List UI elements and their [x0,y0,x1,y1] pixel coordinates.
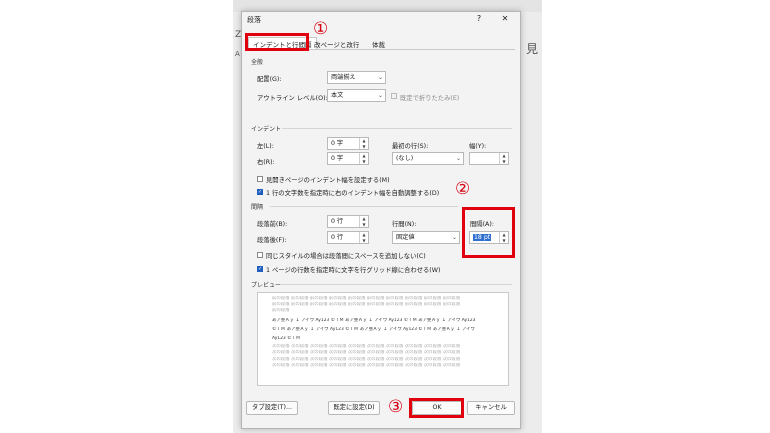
alignment-value: 両端揃え [331,74,356,81]
indent-right-stepper[interactable]: 0 字 ▲ ▼ [327,152,369,165]
space-before-label: 段落前(B): [257,221,288,228]
tabs-button[interactable]: タブ設定(T)... [246,401,298,415]
indent-left-stepper[interactable]: 0 字 ▲ ▼ [327,137,369,150]
outline-level-value: 本文 [331,92,344,99]
space-before-stepper[interactable]: 0 行 ▲ ▼ [327,215,369,228]
spin-arrows-icon[interactable]: ▲ ▼ [359,232,368,243]
highlight-spacing-box [462,207,515,258]
auto-adjust-label: 1 行の文字数を指定時に右のインデント幅を自動調整する(D) [266,190,440,197]
spacing-divider [270,206,458,207]
close-icon[interactable]: ✕ [499,14,511,23]
doc-char-right: 見 [526,42,539,56]
auto-adjust-checkbox[interactable]: ✓ [257,189,263,195]
preview-sample-line: Ay123 ©ＴＭ [272,336,301,342]
preview-divider [280,284,512,285]
section-preview: プレビュー [251,282,282,289]
indent-divider [282,128,512,129]
preview-after-line: 次の段落 次の段落 次の段落 次の段落 次の段落 次の段落 次の段落 次の段落 … [272,362,461,368]
indent-right-label: 右(R): [257,159,275,166]
preview-before-line: 前の段落 [272,308,290,314]
highlight-tab-box [245,33,309,51]
set-default-button[interactable]: 既定に設定(D) [328,401,380,415]
spin-arrows-icon[interactable]: ▲ ▼ [359,153,368,164]
section-spacing: 間隔 [251,204,264,211]
snap-grid-label: 1 ページの行数を指定時に文字を行グリッド線に合わせる(W) [266,267,441,274]
preview-box: 前の段落 前の段落 前の段落 前の段落 前の段落 前の段落 前の段落 前の段落 … [257,292,509,386]
indent-left-value: 0 字 [331,140,344,147]
first-line-dropdown[interactable]: (なし) ⌄ [392,152,464,165]
indent-left-label: 左(L): [257,143,274,150]
first-line-value: (なし) [396,155,414,162]
line-spacing-value: 固定値 [396,234,415,241]
cancel-button[interactable]: キャンセル [467,401,515,415]
mirror-indent-label: 見開きページのインデント幅を設定する(M) [266,177,390,184]
help-button[interactable]: ? [473,14,485,23]
line-spacing-dropdown[interactable]: 固定値 ⌄ [392,231,460,244]
line-spacing-label: 行間(N): [392,221,417,228]
spin-arrows-icon[interactable]: ▲ ▼ [359,216,368,227]
marker-1: ① [313,19,329,39]
marker-3: ③ [388,397,404,417]
mirror-indent-checkbox[interactable] [257,176,263,182]
no-space-label: 同じスタイルの場合は段落間にスペースを追加しない(C) [266,253,426,260]
chevron-down-icon: ⌄ [377,92,383,99]
outline-level-label: アウトライン レベル(O): [257,95,328,102]
spin-arrows-icon[interactable]: ▲ ▼ [359,138,368,149]
indent-width-stepper[interactable]: ▲ ▼ [469,152,509,165]
chevron-down-icon: ⌄ [451,234,457,241]
spin-arrows-icon[interactable]: ▲ ▼ [499,153,508,164]
first-line-label: 最初の行(S): [392,143,429,150]
chevron-down-icon: ⌄ [377,74,383,81]
collapsed-checkbox[interactable] [391,93,397,99]
alignment-dropdown[interactable]: 両端揃え ⌄ [327,71,386,84]
indent-right-value: 0 字 [331,155,344,162]
indent-width-label: 幅(Y): [469,143,487,150]
space-after-stepper[interactable]: 0 行 ▲ ▼ [327,231,369,244]
no-space-checkbox[interactable] [257,252,263,258]
marker-2: ② [455,179,471,199]
dialog-title: 段落 [247,16,261,24]
doc-char-a: A [235,50,240,58]
space-after-label: 段落後(F): [257,237,287,244]
collapsed-label: 既定で折りたたみ(E) [400,95,460,102]
section-indent: インデント [251,126,282,133]
space-after-value: 0 行 [331,234,344,241]
preview-sample-line: あア亜Ａｙ １ アイウ Ay123 ©ＴＭ あア亜Ａｙ １ アイウ Ay123 … [272,317,476,323]
section-general: 全般 [251,59,264,66]
space-before-value: 0 行 [331,218,344,225]
chevron-down-icon: ⌄ [455,155,461,162]
outline-level-dropdown[interactable]: 本文 ⌄ [327,89,386,102]
preview-sample-line: ©ＴＭ あア亜Ａｙ １ アイウ Ay123 ©ＴＭ あア亜Ａｙ １ アイウ Ay… [272,326,475,332]
highlight-ok-box [409,398,464,418]
alignment-label: 配置(G): [257,76,282,83]
snap-grid-checkbox[interactable]: ✓ [257,266,263,272]
